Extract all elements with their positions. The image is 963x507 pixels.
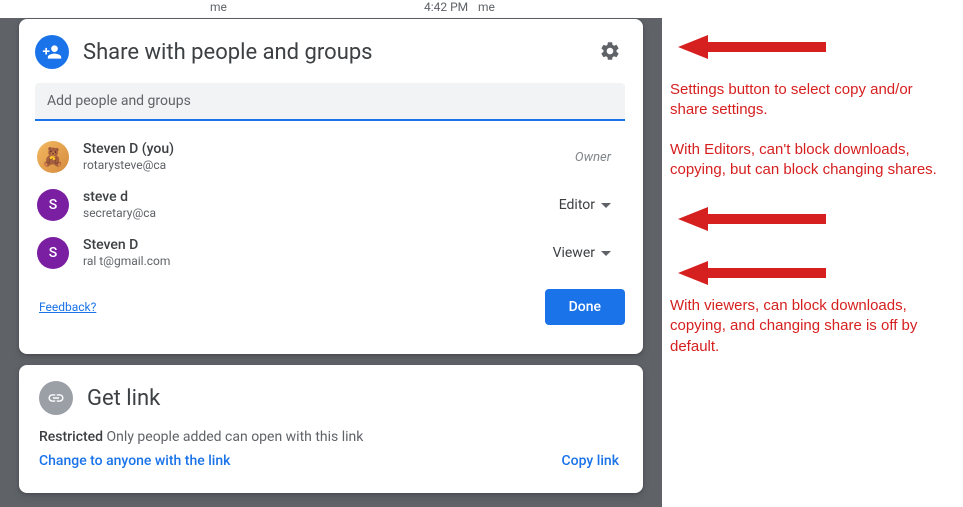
arrow-icon (678, 32, 828, 62)
chevron-down-icon (601, 203, 611, 208)
person-info: Steven D (you) rotarysteve@ca (83, 140, 575, 174)
get-link-card: Get link Restricted Only people added ca… (19, 365, 643, 493)
person-name: steve d (83, 188, 551, 206)
share-header: Share with people and groups (35, 35, 635, 69)
annotation-settings: Settings button to select copy and/or sh… (670, 80, 950, 121)
link-actions: Change to anyone with the link Copy link (39, 453, 623, 469)
person-info: steve d secretary@ca (83, 188, 551, 222)
add-people-row (35, 83, 631, 121)
link-body: Restricted Only people added can open wi… (39, 429, 623, 469)
feedback-link[interactable]: Feedback? (39, 300, 96, 314)
add-people-input[interactable] (35, 83, 625, 121)
avatar: S (37, 189, 69, 221)
person-row-viewer: S Steven D ral t@gmail.com Viewer (35, 229, 635, 277)
link-header: Get link (39, 381, 623, 415)
person-name: Steven D (83, 236, 545, 254)
role-selector-editor[interactable]: Editor (551, 193, 619, 217)
person-email: rotarysteve@ca (83, 158, 575, 174)
chevron-down-icon (601, 251, 611, 256)
arrow-icon (678, 258, 828, 288)
done-button[interactable]: Done (545, 289, 625, 325)
role-label: Viewer (553, 245, 595, 261)
share-footer: Feedback? Done (35, 289, 635, 325)
background-email-row: me 4:42 PM me (0, 0, 662, 18)
bg-time: 4:42 PM (424, 0, 468, 14)
avatar: S (37, 237, 69, 269)
copy-link-button[interactable]: Copy link (562, 453, 619, 469)
gear-icon (599, 40, 621, 62)
person-add-icon (35, 35, 69, 69)
role-selector-viewer[interactable]: Viewer (545, 241, 619, 265)
bg-me: me (478, 0, 495, 14)
person-email: secretary@ca (83, 206, 551, 222)
person-name: Steven D (you) (83, 140, 575, 158)
owner-label: Owner (575, 150, 611, 165)
role-label: Editor (559, 197, 595, 213)
annotation-editors: With Editors, can't block downloads, cop… (670, 140, 960, 181)
bg-sender: me (210, 0, 227, 14)
share-title: Share with people and groups (83, 40, 599, 65)
person-row-owner: 🧸 Steven D (you) rotarysteve@ca Owner (35, 133, 635, 181)
avatar: 🧸 (37, 141, 69, 173)
link-icon (39, 381, 73, 415)
link-title: Get link (87, 386, 623, 411)
person-row-editor: S steve d secretary@ca Editor (35, 181, 635, 229)
restricted-label: Restricted (39, 429, 103, 445)
person-info: Steven D ral t@gmail.com (83, 236, 545, 270)
link-status: Restricted Only people added can open wi… (39, 429, 623, 445)
restricted-desc: Only people added can open with this lin… (107, 429, 364, 445)
arrow-icon (678, 204, 828, 234)
settings-button[interactable] (599, 40, 623, 64)
share-dialog: Share with people and groups 🧸 Steven D … (19, 19, 643, 354)
person-email: ral t@gmail.com (83, 254, 545, 270)
annotation-viewers: With viewers, can block downloads, copyi… (670, 296, 960, 357)
change-access-link[interactable]: Change to anyone with the link (39, 453, 230, 469)
